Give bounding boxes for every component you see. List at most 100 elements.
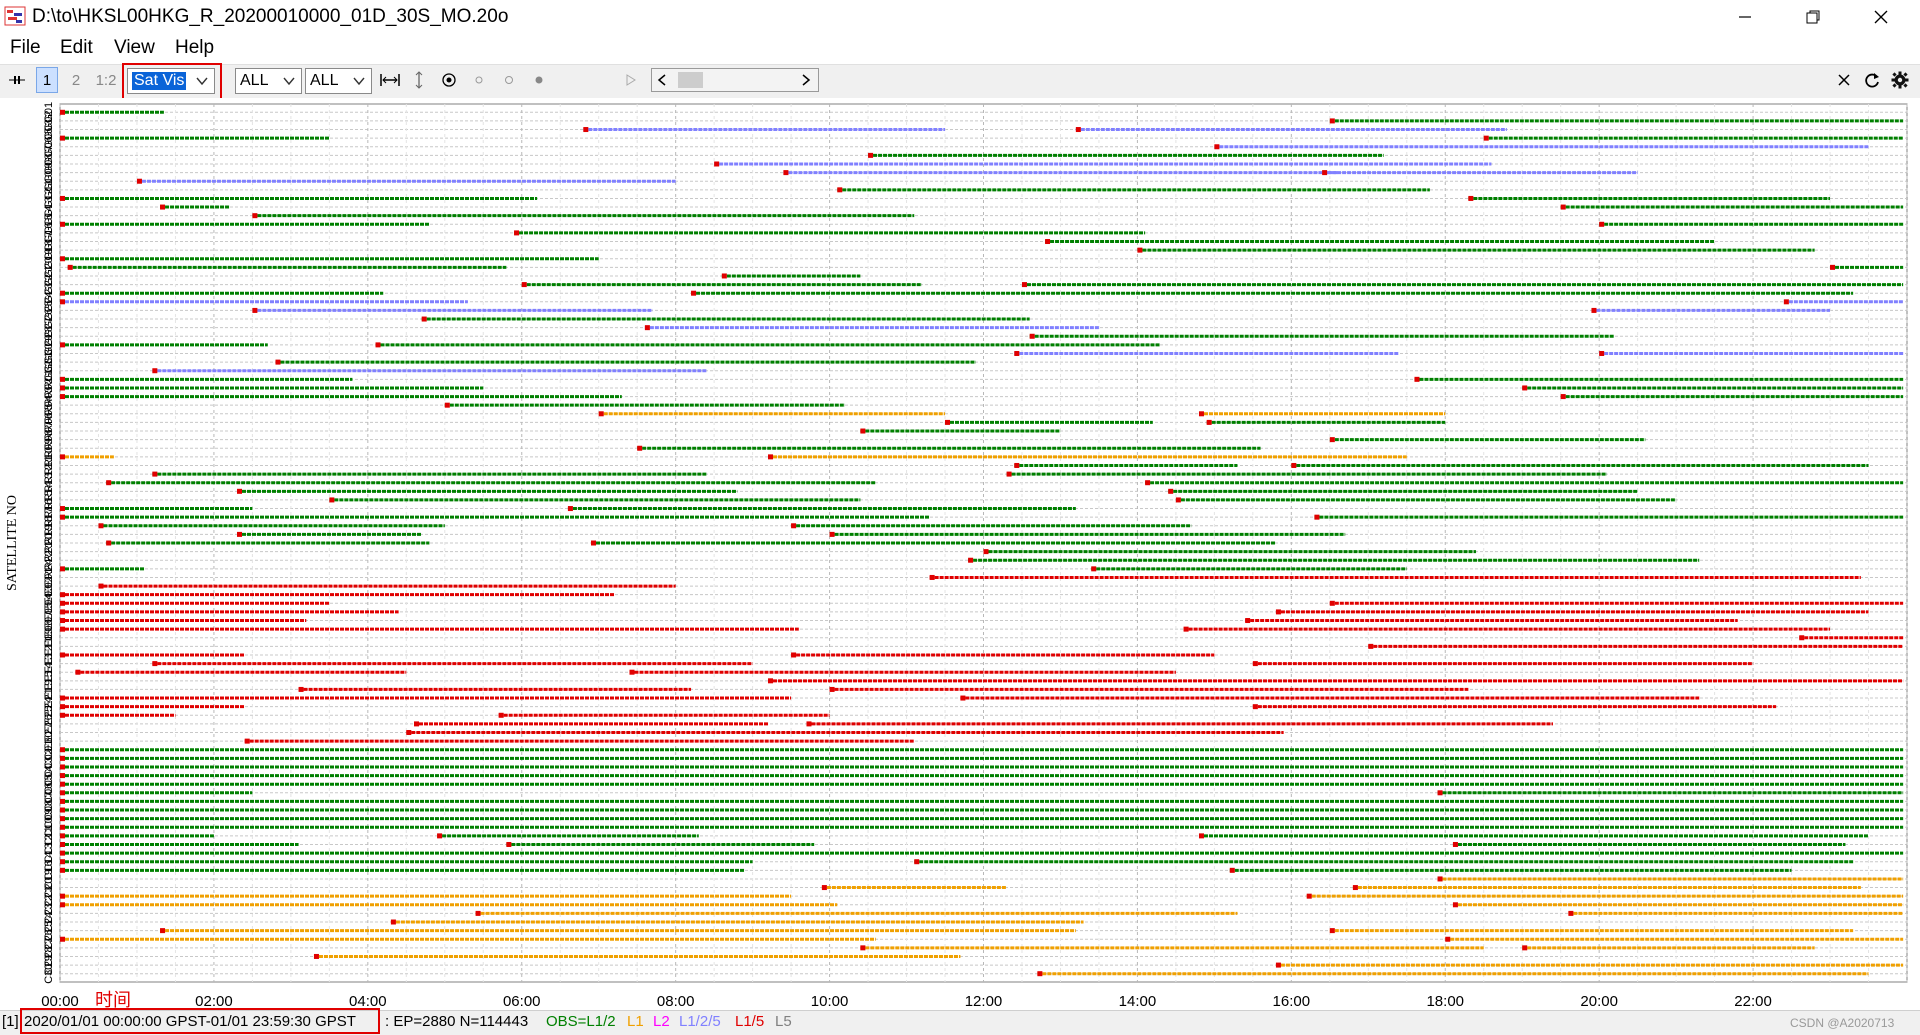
- watermark: CSDN @A2020713: [1790, 1016, 1895, 1030]
- scroll-thumb[interactable]: [678, 72, 703, 88]
- cycle-slip-mark: [1437, 876, 1443, 882]
- menu-edit[interactable]: Edit: [60, 37, 93, 59]
- title-bar: D:\to\HKSL00HKG_R_20200010000_01D_30S_MO…: [0, 0, 1920, 34]
- cycle-slip-mark: [60, 850, 65, 856]
- satellite-visibility-plot[interactable]: G01 G02 G03 G05 G06 G07 G08 G09 G10 G11 G12 G13 G14 G…: [0, 98, 1920, 1010]
- cycle-slip-mark: [60, 764, 65, 770]
- cycle-slip-mark: [60, 902, 65, 908]
- legend-l5: L5: [775, 1013, 792, 1030]
- plot-mode-12-button[interactable]: 1:2: [94, 67, 118, 93]
- cycle-slip-mark: [237, 488, 243, 494]
- close-window-button[interactable]: [1852, 0, 1910, 34]
- cycle-slip-mark: [498, 712, 504, 718]
- cycle-slip-mark: [1183, 626, 1189, 632]
- cycle-slip-mark: [1483, 135, 1489, 141]
- minimize-button[interactable]: [1716, 0, 1774, 34]
- cycle-slip-mark: [160, 204, 166, 210]
- legend-l125: L1/2/5: [679, 1013, 721, 1030]
- cycle-slip-mark: [60, 135, 65, 141]
- cycle-slip-mark: [60, 841, 65, 847]
- highlight-time-range: [20, 1008, 380, 1034]
- cycle-slip-mark: [60, 833, 65, 839]
- cycle-slip-mark: [1591, 307, 1597, 313]
- cycle-slip-mark: [60, 385, 65, 391]
- marker-large-button[interactable]: [528, 67, 550, 93]
- chevron-down-icon: [353, 77, 365, 86]
- cycle-slip-mark: [1014, 462, 1020, 468]
- cycle-slip-mark: [60, 704, 65, 710]
- cycle-slip-mark: [637, 445, 643, 451]
- cycle-slip-mark: [60, 376, 65, 382]
- cycle-slip-mark: [514, 230, 520, 236]
- cycle-slip-mark: [1329, 928, 1335, 934]
- restore-icon: [1806, 10, 1820, 24]
- cycle-slip-mark: [60, 626, 65, 632]
- restore-button[interactable]: [1784, 0, 1842, 34]
- chevron-left-icon[interactable]: [656, 73, 668, 87]
- cycle-slip-mark: [983, 549, 989, 555]
- cycle-slip-mark: [1799, 635, 1805, 641]
- menu-view[interactable]: View: [114, 37, 155, 59]
- cycle-slip-mark: [1783, 299, 1789, 305]
- cycle-slip-mark: [1291, 462, 1297, 468]
- x-tick-label: 16:00: [1273, 993, 1311, 1010]
- cycle-slip-mark: [1314, 514, 1320, 520]
- cycle-slip-mark: [60, 109, 65, 115]
- cycle-slip-mark: [60, 256, 65, 262]
- cycle-slip-mark: [768, 454, 774, 460]
- cycle-slip-mark: [1021, 282, 1027, 288]
- reload-button[interactable]: [1860, 67, 1884, 93]
- connect-icon[interactable]: [6, 67, 28, 93]
- cycle-slip-mark: [1006, 471, 1012, 477]
- menu-file[interactable]: File: [10, 37, 41, 59]
- plot-canvas[interactable]: G01G02G03G05G06G07G08G09G10G11G12G13G14G…: [0, 98, 1920, 1010]
- cycle-slip-mark: [783, 170, 789, 176]
- cycle-slip-mark: [421, 316, 427, 322]
- plot-mode-2-button[interactable]: 2: [65, 67, 87, 93]
- cycle-slip-mark: [60, 592, 65, 598]
- cycle-slip-mark: [1275, 609, 1281, 615]
- cycle-slip-mark: [1599, 221, 1605, 227]
- cycle-slip-mark: [60, 867, 65, 873]
- cycle-slip-mark: [1091, 566, 1097, 572]
- marker-small-button[interactable]: [468, 67, 490, 93]
- menu-help[interactable]: Help: [175, 37, 214, 59]
- cycle-slip-mark: [60, 290, 65, 296]
- time-scrollbar[interactable]: [651, 68, 819, 92]
- cycle-slip-mark: [60, 807, 65, 813]
- app-icon: [4, 6, 26, 26]
- legend-obs-l12: OBS=L1/2: [546, 1013, 616, 1030]
- cycle-slip-mark: [136, 178, 142, 184]
- cycle-slip-mark: [1214, 144, 1220, 150]
- x-tick-label: 06:00: [503, 993, 541, 1010]
- cycle-slip-mark: [583, 127, 589, 133]
- settings-button[interactable]: [1888, 67, 1912, 93]
- cycle-slip-mark: [506, 841, 512, 847]
- cycle-slip-mark: [1137, 247, 1143, 253]
- cycle-slip-mark: [60, 342, 65, 348]
- cycle-slip-mark: [1198, 833, 1204, 839]
- cycle-slip-mark: [929, 574, 935, 580]
- cycle-slip-mark: [60, 609, 65, 615]
- cycle-slip-mark: [1075, 127, 1081, 133]
- cycle-slip-mark: [521, 282, 527, 288]
- cycle-slip-mark: [237, 531, 243, 537]
- center-button[interactable]: [438, 67, 460, 93]
- cycle-slip-mark: [1045, 239, 1051, 245]
- play-button[interactable]: [620, 67, 642, 93]
- x-tick-label: 14:00: [1119, 993, 1157, 1010]
- marker-medium-button[interactable]: [498, 67, 520, 93]
- x-tick-label: 18:00: [1426, 993, 1464, 1010]
- clear-button[interactable]: [1832, 67, 1856, 93]
- cycle-slip-mark: [60, 506, 65, 512]
- satellite-filter-select[interactable]: ALL: [305, 68, 372, 94]
- cycle-slip-mark: [106, 540, 112, 546]
- refresh-icon: [1865, 73, 1879, 88]
- cycle-slip-mark: [244, 738, 250, 744]
- fit-horizontal-button[interactable]: [378, 67, 402, 93]
- chevron-right-icon[interactable]: [800, 73, 812, 87]
- cycle-slip-mark: [714, 161, 720, 167]
- plot-mode-1-button[interactable]: 1: [36, 67, 58, 93]
- fit-vertical-button[interactable]: [408, 67, 430, 93]
- system-filter-select[interactable]: ALL: [235, 68, 302, 94]
